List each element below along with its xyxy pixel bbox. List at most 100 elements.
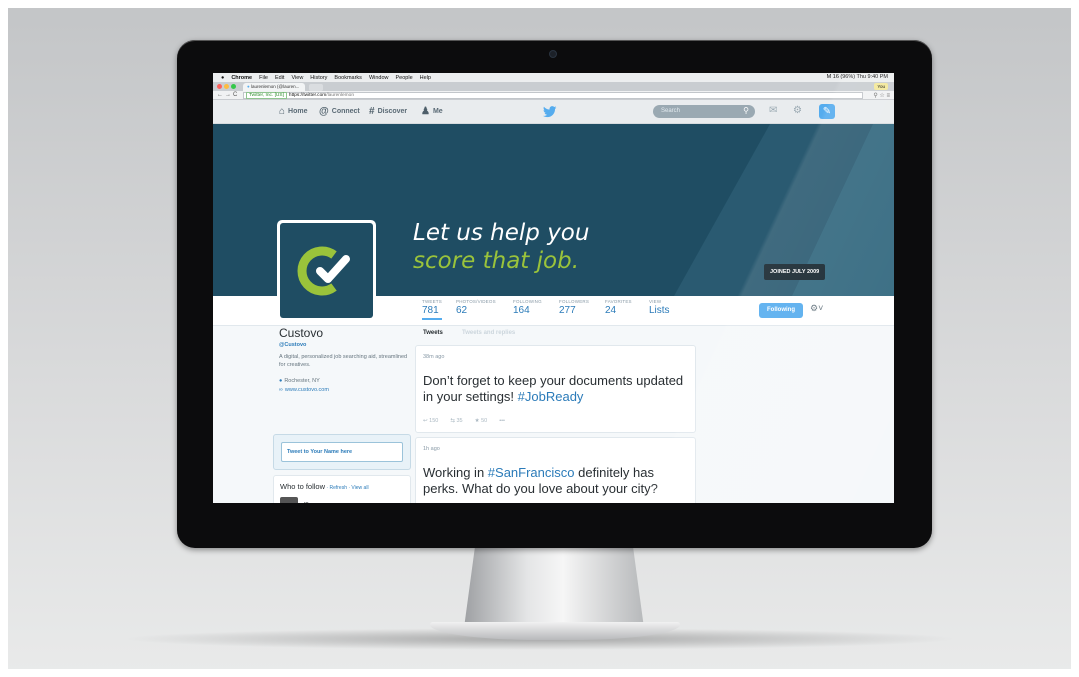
stat-value: 164 (513, 305, 530, 316)
menu-bookmarks[interactable]: Bookmarks (334, 75, 362, 81)
retweet-icon: ⇆ (450, 418, 455, 424)
tweet-card[interactable]: 38m ago Don’t forget to keep your docume… (415, 345, 696, 433)
browser-tab-strip: ● laurenlemon (@lauren... You (213, 82, 894, 91)
profile-location-text: Rochester, NY (284, 378, 320, 384)
menu-help[interactable]: Help (420, 75, 431, 81)
menu-people[interactable]: People (396, 75, 413, 81)
stat-tweets[interactable]: TWEETS 781 (422, 299, 442, 320)
url-field[interactable]: Twitter, Inc. [US] https://twitter.com/la… (243, 92, 863, 99)
suggested-user-row[interactable]: ... (280, 497, 404, 503)
menu-window[interactable]: Window (369, 75, 389, 81)
menu-history[interactable]: History (310, 75, 327, 81)
who-to-follow-heading: Who to follow (280, 482, 326, 491)
tweet-hashtag[interactable]: #JobReady (518, 389, 584, 404)
who-to-follow-links[interactable]: · Refresh · View all (325, 485, 368, 491)
more-options-icon[interactable]: ••• (499, 418, 505, 424)
nav-me[interactable]: ♟ Me (421, 106, 443, 117)
gear-icon[interactable]: ⚙˅ (810, 303, 823, 314)
favorite-action[interactable]: ★ 50 (475, 418, 488, 424)
search-icon[interactable]: ⚲ (873, 93, 877, 99)
nav-connect[interactable]: @ Connect (319, 106, 360, 117)
new-tab-button[interactable] (309, 84, 323, 91)
close-window-icon[interactable] (217, 84, 222, 89)
tweet-timestamp[interactable]: 1h ago (423, 446, 440, 452)
retweet-count: 35 (456, 418, 463, 424)
stat-following[interactable]: FOLLOWING 164 (513, 299, 542, 316)
nav-home[interactable]: ⌂ Home (279, 106, 308, 117)
apple-icon[interactable]: ● (221, 75, 224, 81)
url-host: https://twitter.com (288, 93, 327, 98)
profile-url-text[interactable]: www.custovo.com (285, 387, 329, 393)
tweet-actions: ↩ 150 ⇆ 35 ★ 50 ••• (423, 418, 505, 424)
secure-badge[interactable]: Twitter, Inc. [US] (246, 92, 287, 99)
profile-location: ● Rochester, NY (279, 378, 409, 384)
stat-lists[interactable]: VIEW Lists (649, 299, 670, 316)
nav-discover[interactable]: # Discover (369, 106, 407, 117)
forward-icon[interactable]: → (225, 92, 233, 98)
reply-action[interactable]: ↩ 150 (423, 418, 438, 424)
person-icon: ♟ (421, 106, 430, 117)
banner-tagline: Let us help you score that job. (413, 219, 589, 275)
stat-photos-videos[interactable]: PHOTOS/VIDEOS 62 (456, 299, 496, 316)
nav-arrows: ←→C (217, 92, 239, 98)
menu-app-name[interactable]: Chrome (231, 75, 252, 81)
nav-discover-label: Discover (377, 108, 408, 115)
tagline-line-2: score that job. (413, 248, 580, 274)
stat-value: Lists (649, 305, 670, 316)
stat-value: 277 (559, 305, 576, 316)
timeline-tabs: Tweets Tweets and replies (415, 327, 698, 343)
tweet-to-input[interactable]: Tweet to Your Name here (281, 442, 403, 462)
profile-badge[interactable]: You (874, 83, 888, 90)
retweet-action[interactable]: ⇆ 35 (450, 418, 462, 424)
stat-value: 781 (422, 305, 439, 316)
stat-favorites[interactable]: FAVORITES 24 (605, 299, 632, 316)
twitter-bird-icon[interactable] (543, 105, 557, 123)
suggested-user-name[interactable]: ... (304, 499, 309, 503)
link-icon: ∞ (279, 387, 283, 393)
reply-icon: ↩ (423, 418, 428, 424)
screen: ● Chrome File Edit View History Bookmark… (213, 73, 894, 503)
search-input[interactable]: Search ⚲ (653, 105, 755, 118)
avatar[interactable] (277, 220, 376, 321)
reply-count: 150 (429, 418, 439, 424)
joined-date-badge: JOINED JULY 2009 (764, 264, 826, 280)
search-placeholder: Search (661, 108, 681, 114)
tweet-hashtag[interactable]: #SanFrancisco (488, 465, 575, 480)
gear-icon[interactable]: ⚙ (793, 105, 802, 116)
reload-icon[interactable]: C (233, 92, 239, 98)
star-icon[interactable]: ☆ (879, 93, 884, 99)
compose-tweet-icon[interactable]: ✎ (819, 104, 835, 119)
address-bar-row: ←→C Twitter, Inc. [US] https://twitter.co… (213, 91, 894, 100)
stat-followers[interactable]: FOLLOWERS 277 (559, 299, 589, 316)
tweet-card[interactable]: 1h ago Working in #SanFrancisco definite… (415, 437, 696, 503)
who-to-follow-module: Who to follow · Refresh · View all ... (273, 475, 411, 503)
tweet-to-box: Tweet to Your Name here (273, 434, 411, 470)
at-icon: @ (319, 106, 329, 117)
menu-icon[interactable]: ≡ (886, 93, 890, 99)
profile-handle[interactable]: @Custovo (279, 342, 409, 348)
zoom-window-icon[interactable] (231, 84, 236, 89)
search-icon[interactable]: ⚲ (743, 106, 749, 115)
profile-url[interactable]: ∞ www.custovo.com (279, 387, 409, 393)
menu-file[interactable]: File (259, 75, 268, 81)
tab-tweets[interactable]: Tweets (423, 330, 443, 336)
menu-edit[interactable]: Edit (275, 75, 284, 81)
nav-me-label: Me (432, 108, 443, 115)
tab-tweets-and-replies[interactable]: Tweets and replies (462, 330, 515, 336)
minimize-window-icon[interactable] (224, 84, 229, 89)
following-button[interactable]: Following (759, 303, 803, 318)
tweet-timestamp[interactable]: 38m ago (423, 354, 444, 360)
menu-view[interactable]: View (291, 75, 303, 81)
camera-icon (549, 50, 557, 58)
stat-label: FAVORITES (605, 299, 632, 304)
browser-tab[interactable]: ● laurenlemon (@lauren... (243, 83, 305, 91)
window-controls (217, 84, 236, 89)
tweet-text: Working in #SanFrancisco definitely has … (423, 465, 688, 497)
back-icon[interactable]: ← (217, 92, 225, 98)
messages-icon[interactable]: ✉ (769, 105, 777, 116)
suggested-user-avatar[interactable] (280, 497, 298, 503)
tweet-text-body: Working in (423, 465, 488, 480)
address-bar-icons: ⚲ ☆ ≡ (873, 92, 890, 99)
tab-title: laurenlemon (@lauren... (250, 84, 300, 89)
monitor-stand-neck (464, 548, 644, 628)
